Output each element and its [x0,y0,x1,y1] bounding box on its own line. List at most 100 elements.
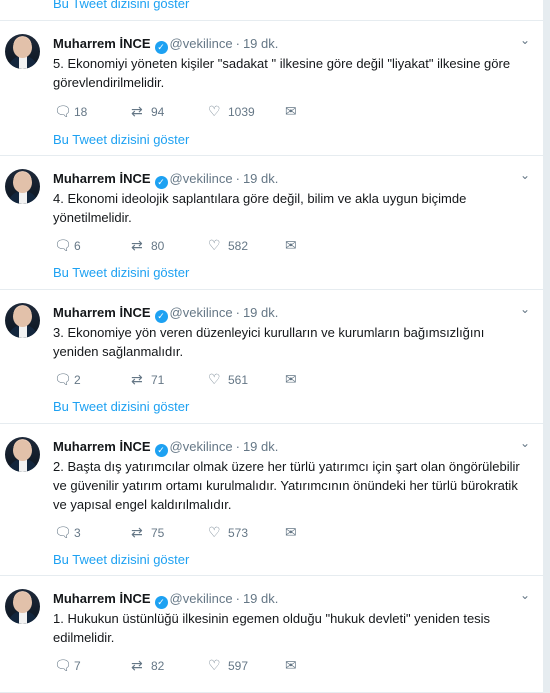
reply-button[interactable]: 🗨︎ 2 [54,370,81,388]
tweet[interactable]: Muharrem İNCE ✓ @vekilince · 19 dk. ⌄ 4. Eko… [0,155,543,290]
reply-icon: 🗨︎ [54,371,72,387]
separator-dot: · [235,36,240,51]
separator-dot: · [235,439,240,454]
author-name[interactable]: Muharrem İNCE [53,171,151,186]
like-count: 573 [228,526,249,540]
tweet-text: 4. Ekonomi ideolojik saplantılara göre d… [53,191,467,225]
separator-dot: · [235,591,240,606]
tweet[interactable]: Muharrem İNCE ✓ @vekilince · 19 dk. ⌄ 3. Eko… [0,289,543,424]
author-handle[interactable]: @vekilince [170,36,233,51]
envelope-icon: ✉ [285,103,297,119]
retweet-icon: ⇄ [131,103,143,119]
dm-button[interactable]: ✉ [285,236,305,254]
like-button[interactable]: ♡ 597 [208,656,248,674]
reply-button[interactable]: 🗨︎ 7 [54,656,81,674]
retweet-icon: ⇄ [131,657,143,673]
dm-button[interactable]: ✉ [285,102,305,120]
avatar[interactable] [5,303,40,338]
chevron-down-icon[interactable]: ⌄ [520,33,530,47]
heart-icon: ♡ [208,524,221,540]
verified-icon: ✓ [154,41,168,54]
retweet-button[interactable]: ⇄ 80 [131,236,164,254]
chevron-down-icon[interactable]: ⌄ [520,588,530,602]
retweet-button[interactable]: ⇄ 75 [131,523,164,541]
verified-icon: ✓ [154,310,168,323]
avatar[interactable] [5,169,40,204]
tweet-text: 5. Ekonomiyi yöneten kişiler "sadakat " … [53,56,511,90]
reply-button[interactable]: 🗨︎ 6 [54,236,81,254]
envelope-icon: ✉ [285,237,297,253]
like-button[interactable]: ♡ 573 [208,523,248,541]
like-button[interactable]: ♡ 582 [208,236,248,254]
tweet[interactable]: Muharrem İNCE ✓ @vekilince · 19 dk. ⌄ 5. Eko… [0,20,543,156]
author-name[interactable]: Muharrem İNCE [53,591,151,606]
avatar[interactable] [5,589,40,624]
reply-icon: 🗨︎ [54,524,72,540]
reply-count: 2 [74,373,81,387]
chevron-down-icon[interactable]: ⌄ [520,168,530,182]
retweet-button[interactable]: ⇄ 82 [131,656,164,674]
heart-icon: ♡ [208,371,221,387]
retweet-icon: ⇄ [131,524,143,540]
heart-icon: ♡ [208,237,221,253]
show-thread-link[interactable]: Bu Tweet dizisini göster [53,265,189,280]
author-handle[interactable]: @vekilince [170,171,233,186]
heart-icon: ♡ [208,103,221,119]
retweet-icon: ⇄ [131,371,143,387]
reply-icon: 🗨︎ [54,657,72,673]
chevron-down-icon[interactable]: ⌄ [520,436,530,450]
avatar[interactable] [5,34,40,69]
like-count: 597 [228,659,249,673]
retweet-count: 94 [151,105,165,119]
separator-dot: · [235,305,240,320]
author-name[interactable]: Muharrem İNCE [53,439,151,454]
separator-dot: · [235,171,240,186]
avatar[interactable] [5,437,40,472]
retweet-button[interactable]: ⇄ 71 [131,370,164,388]
show-thread-link[interactable]: Bu Tweet dizisini göster [53,552,189,567]
retweet-count: 80 [151,239,165,253]
dm-button[interactable]: ✉ [285,523,305,541]
show-thread-link[interactable]: Bu Tweet dizisini göster [53,0,189,11]
reply-count: 7 [74,659,81,673]
author-handle[interactable]: @vekilince [170,591,233,606]
retweet-icon: ⇄ [131,237,143,253]
reply-count: 6 [74,239,81,253]
show-thread-link[interactable]: Bu Tweet dizisini göster [53,132,189,147]
envelope-icon: ✉ [285,657,297,673]
retweet-count: 71 [151,373,165,387]
tweet-text: 3. Ekonomiye yön veren düzenleyici kurul… [53,325,485,359]
verified-icon: ✓ [154,444,168,457]
chevron-down-icon[interactable]: ⌄ [520,302,530,316]
show-thread-link[interactable]: Bu Tweet dizisini göster [53,399,189,414]
dm-button[interactable]: ✉ [285,656,305,674]
retweet-button[interactable]: ⇄ 94 [131,102,164,120]
tweet[interactable]: Muharrem İNCE ✓ @vekilince · 19 dk. ⌄ 2. Baş… [0,423,543,576]
reply-icon: 🗨︎ [54,237,72,253]
reply-button[interactable]: 🗨︎ 3 [54,523,81,541]
like-count: 1039 [228,105,255,119]
envelope-icon: ✉ [285,524,297,540]
verified-icon: ✓ [154,176,168,189]
reply-button[interactable]: 🗨︎ 18 [54,102,87,120]
tweet-time[interactable]: 19 dk. [243,591,278,606]
dm-button[interactable]: ✉ [285,370,305,388]
tweet-time[interactable]: 19 dk. [243,305,278,320]
tweet-time[interactable]: 19 dk. [243,439,278,454]
like-button[interactable]: ♡ 561 [208,370,248,388]
tweet-time[interactable]: 19 dk. [243,171,278,186]
tweet[interactable]: Muharrem İNCE ✓ @vekilince · 19 dk. ⌄ 1. Huk… [0,575,543,693]
tweet-text: 2. Başta dış yatırımcılar olmak üzere he… [53,459,520,512]
author-handle[interactable]: @vekilince [170,439,233,454]
author-name[interactable]: Muharrem İNCE [53,305,151,320]
author-name[interactable]: Muharrem İNCE [53,36,151,51]
reply-count: 18 [74,105,88,119]
tweet-time[interactable]: 19 dk. [243,36,278,51]
tweet-text: 1. Hukukun üstünlüğü ilkesinin egemen ol… [53,611,491,645]
like-button[interactable]: ♡ 1039 [208,102,255,120]
author-handle[interactable]: @vekilince [170,305,233,320]
reply-icon: 🗨︎ [54,103,72,119]
like-count: 561 [228,373,249,387]
retweet-count: 75 [151,526,165,540]
retweet-count: 82 [151,659,165,673]
